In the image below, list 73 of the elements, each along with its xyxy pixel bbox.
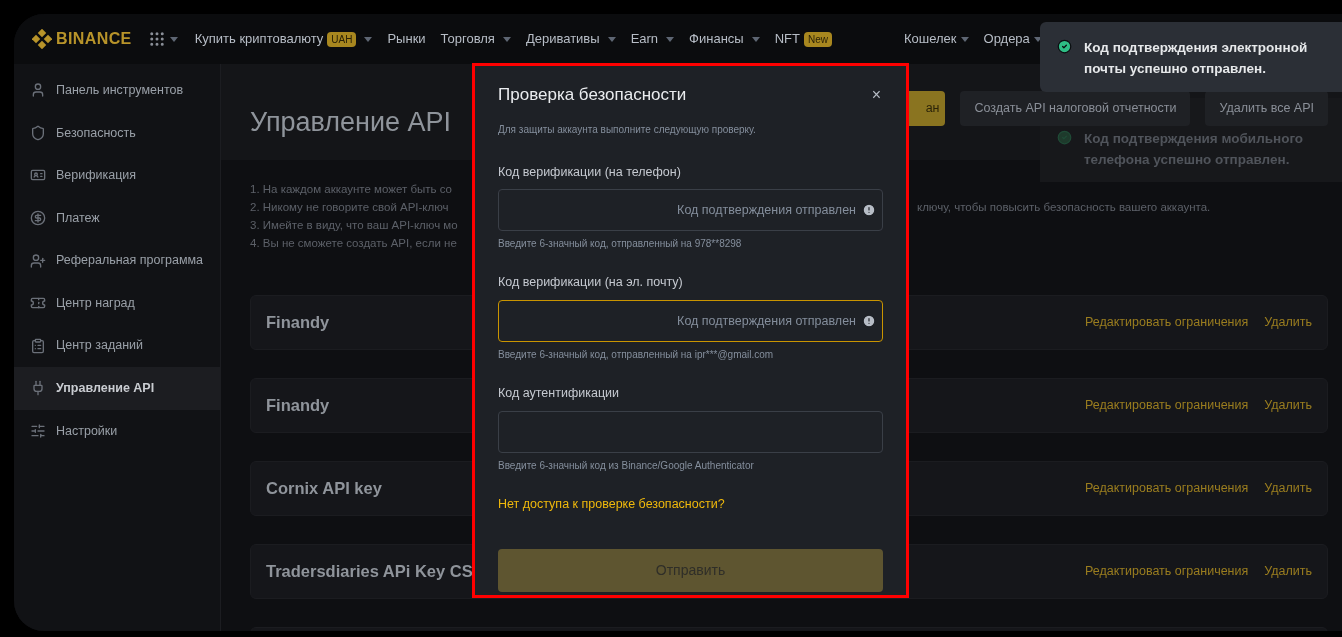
field-hint: Введите 6-значный код, отправленный на ipr***@gmail.com (498, 348, 775, 362)
sidebar-item[interactable]: Центр заданий (14, 324, 220, 368)
close-button[interactable]: × (871, 82, 881, 107)
field-hint: Введите 6-значный код из Binance/Google Authenticator (498, 458, 755, 473)
dialog-subtitle: Для защиты аккаунта выполните следующую проверку. (498, 122, 757, 137)
nav-item[interactable]: Финансы (689, 29, 760, 49)
shield-icon (30, 124, 46, 141)
note-text: 4. Вы не сможете создать API, если не (250, 236, 458, 251)
check-icon (1057, 39, 1072, 54)
code-input-field[interactable]: Код подтверждения отправлен (498, 189, 883, 232)
toast-text: Код подтверждения мобильного телефона успешно отправлен. (1084, 130, 1305, 169)
nav-item[interactable]: Торговля (440, 29, 511, 49)
header-button[interactable]: Создать API налоговой отчетности (960, 90, 1191, 126)
clipboard-icon (30, 337, 46, 354)
sidebar-item[interactable]: Платеж (14, 196, 220, 240)
alert-icon (862, 203, 876, 218)
delete-link[interactable]: Удалить (1264, 396, 1312, 415)
no-access-link[interactable]: Нет доступа к проверке безопасности? (498, 494, 883, 514)
sidebar-item[interactable]: Верификация (14, 154, 220, 197)
edit-restrictions-link[interactable]: Редактировать ограничения (1085, 562, 1249, 581)
nav-item[interactable]: Earn (630, 29, 675, 49)
code-input-field[interactable]: Код подтверждения отправлен (498, 300, 883, 342)
field-hint: Введите 6-значный код, отправленный на 978**8298 (498, 237, 743, 252)
page-title: Управление API (250, 105, 452, 139)
sidebar-item[interactable]: Настройки (14, 409, 220, 453)
caret-icon (169, 36, 178, 42)
dollar-icon (30, 210, 46, 227)
user-icon (30, 82, 46, 99)
toast-text: Код подтверждения электронной почты успешно отправлен. (1084, 39, 1309, 78)
field-label: Код аутентификации (498, 385, 621, 402)
nav-item[interactable]: Кошелек (903, 29, 969, 49)
field-status-text: Код подтверждения отправлен (677, 201, 856, 219)
delete-link[interactable]: Удалить (1264, 479, 1312, 498)
delete-link[interactable]: Удалить (1264, 313, 1312, 332)
edit-restrictions-link[interactable]: Редактировать ограничения (1085, 313, 1249, 332)
apps-menu-button[interactable] (147, 30, 178, 48)
field-status-text: Код подтверждения отправлен (677, 312, 856, 330)
note-text: 3. Имейте в виду, что ваш API-ключ мо (250, 218, 459, 233)
code-input-field[interactable] (498, 410, 883, 453)
note-text: ключу, чтобы повысить безопасность вашего аккаунта. (917, 200, 1211, 215)
api-key-name: Tradersdiaries APi Key CS (266, 561, 473, 583)
header-button[interactable]: Удалить все API (1205, 90, 1328, 126)
edit-restrictions-link[interactable]: Редактировать ограничения (1085, 479, 1249, 498)
alert-icon (862, 314, 876, 328)
sidebar-item[interactable]: Центр наград (14, 281, 220, 325)
nav-item[interactable]: Купить криптовалюту UAH (194, 29, 373, 49)
nav-item[interactable]: Деривативы (525, 29, 616, 49)
sidebar-item[interactable]: Панель инструментов (14, 69, 220, 112)
grid-icon (147, 30, 166, 48)
dialog-title: Проверка безопасности (498, 84, 687, 106)
check-icon (1057, 130, 1072, 145)
plug-icon (30, 380, 46, 397)
edit-restrictions-link[interactable]: Редактировать ограничения (1085, 396, 1249, 415)
api-key-name: Finandy (266, 395, 330, 417)
sidebar-item[interactable]: Безопасность (14, 111, 220, 155)
sidebar-item[interactable]: Реферальная программа (14, 239, 220, 282)
api-key-name: Cornix API key (266, 478, 382, 500)
user-plus-icon (30, 252, 46, 269)
sliders-icon (30, 423, 46, 440)
field-label: Код верификации (на эл. почту) (498, 274, 684, 292)
nav-item[interactable]: Рынки (387, 29, 426, 49)
nav-badge: UAH (327, 31, 357, 47)
sidebar-item[interactable]: Управление API (14, 367, 220, 410)
delete-link[interactable]: Удалить (1264, 562, 1312, 581)
note-text: 1. На каждом аккаунте может быть со (250, 182, 453, 197)
nav-item[interactable]: NFT New (774, 29, 832, 49)
nav-badge: New (803, 31, 832, 47)
logo-text: BINANCE (56, 29, 132, 49)
api-key-name: Finandy (266, 312, 330, 334)
field-label: Код верификации (на телефон) (498, 163, 682, 181)
note-text: 2. Никому не говорите свой API-ключ (250, 200, 450, 215)
logo[interactable]: BINANCE (32, 27, 132, 51)
diamond-logo-icon (32, 29, 52, 49)
